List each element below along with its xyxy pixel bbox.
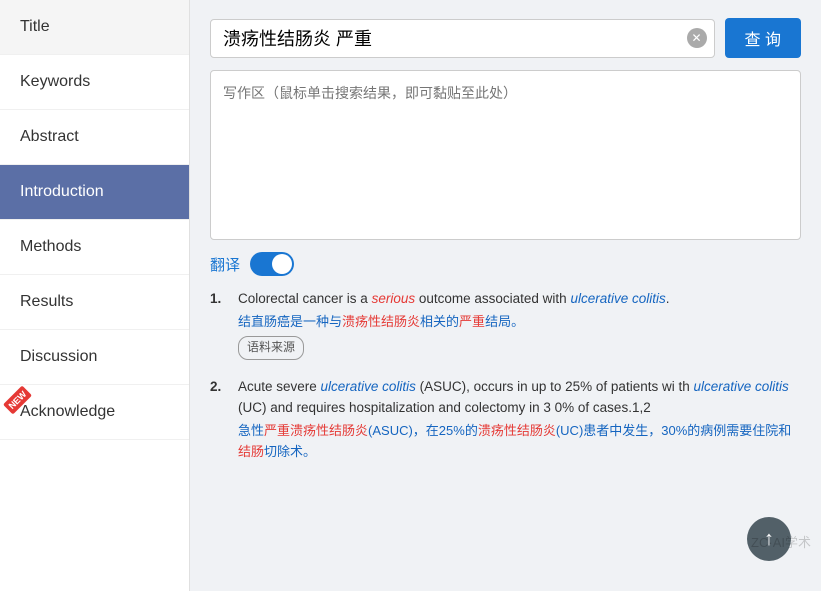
result-content-1: Colorectal cancer is a serious outcome a… (238, 288, 801, 360)
zh-keyword-serious: 严重 (459, 314, 485, 329)
source-tag-label-1: 语料来源 (238, 336, 304, 359)
sidebar-item-keywords[interactable]: Keywords (0, 55, 189, 110)
sidebar: Title Keywords Abstract Introduction Met… (0, 0, 190, 591)
sidebar-item-results[interactable]: Results (0, 275, 189, 330)
sidebar-item-discussion[interactable]: Discussion (0, 330, 189, 385)
result-number-1: 1. (210, 288, 230, 360)
sidebar-item-label: Abstract (20, 128, 79, 145)
sidebar-item-title[interactable]: Title (0, 0, 189, 55)
translate-label: 翻译 (210, 254, 240, 275)
zh-keyword-1: 溃疡性结肠炎 (342, 314, 420, 329)
zh-keyword-4: 结肠 (238, 444, 264, 459)
translate-toggle[interactable] (250, 252, 294, 276)
search-clear-button[interactable]: ✕ (687, 28, 707, 48)
sidebar-item-abstract[interactable]: Abstract (0, 110, 189, 165)
writing-area[interactable] (210, 70, 801, 240)
result-number-2: 2. (210, 376, 230, 463)
result-en-2[interactable]: Acute severe ulcerative colitis (ASUC), … (238, 376, 801, 419)
search-button[interactable]: 查 询 (725, 18, 801, 58)
keyword-uc-1: ulcerative colitis (570, 291, 665, 306)
result-item-2: 2. Acute severe ulcerative colitis (ASUC… (210, 376, 801, 463)
source-tag-1[interactable]: 语料来源 (238, 332, 801, 359)
sidebar-item-label: Acknowledge (20, 403, 115, 420)
search-input[interactable] (210, 19, 715, 58)
scroll-top-button[interactable]: ↑ (747, 517, 791, 561)
result-item-1: 1. Colorectal cancer is a serious outcom… (210, 288, 801, 360)
sidebar-item-label: Discussion (20, 348, 97, 365)
sidebar-item-methods[interactable]: Methods (0, 220, 189, 275)
keyword-uc-2a: ulcerative colitis (321, 379, 416, 394)
result-content-2: Acute severe ulcerative colitis (ASUC), … (238, 376, 801, 463)
sidebar-item-label: Title (20, 18, 50, 35)
sidebar-item-label: Methods (20, 238, 81, 255)
result-en-1[interactable]: Colorectal cancer is a serious outcome a… (238, 288, 801, 310)
result-zh-2: 急性严重溃疡性结肠炎(ASUC)，在25%的溃疡性结肠炎(UC)患者中发生，30… (238, 421, 801, 463)
keyword-uc-2b: ulcerative colitis (693, 379, 788, 394)
main-content: ✕ 查 询 翻译 1. Colorectal cancer is a serio… (190, 0, 821, 591)
zh-keyword-2: 严重溃疡性结肠炎 (264, 423, 368, 438)
results-list: 1. Colorectal cancer is a serious outcom… (210, 288, 801, 462)
search-bar: ✕ 查 询 (210, 18, 801, 58)
result-zh-1: 结直肠癌是一种与溃疡性结肠炎相关的严重结局。 (238, 312, 801, 333)
sidebar-item-label: Results (20, 293, 73, 310)
sidebar-item-introduction[interactable]: Introduction (0, 165, 189, 220)
keyword-serious: serious (372, 291, 416, 306)
sidebar-item-label: Introduction (20, 183, 104, 200)
zh-keyword-3: 溃疡性结肠炎 (478, 423, 556, 438)
sidebar-item-acknowledge[interactable]: Acknowledge (0, 385, 189, 440)
translate-row: 翻译 (210, 252, 801, 276)
sidebar-item-label: Keywords (20, 73, 90, 90)
search-input-wrapper: ✕ (210, 19, 715, 58)
